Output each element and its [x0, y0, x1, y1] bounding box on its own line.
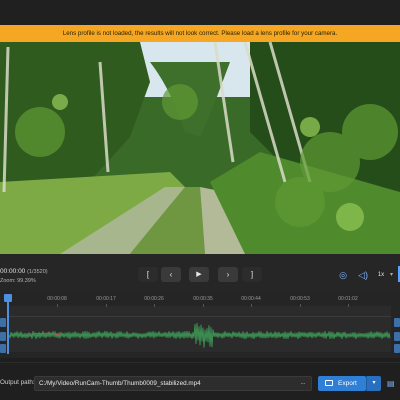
- track-divider: [9, 316, 391, 317]
- track-left-button-2[interactable]: [0, 332, 6, 341]
- lens-profile-warning: Lens profile is not loaded, the results …: [0, 25, 400, 42]
- export-options-chevron-icon[interactable]: ▾: [366, 376, 381, 391]
- next-frame-button[interactable]: ›: [218, 267, 238, 282]
- track-left-button-1[interactable]: [0, 318, 6, 327]
- track-right-button-3[interactable]: [394, 344, 400, 353]
- timecode: 00:00:00: [0, 268, 26, 275]
- output-path-label: Output path:: [0, 379, 35, 386]
- timeline-tick-label: 00:00:08: [47, 296, 67, 302]
- frame-counter: (1/3520): [27, 269, 48, 275]
- playhead[interactable]: [7, 294, 9, 354]
- timeline-tick-mark: [251, 304, 252, 307]
- timeline-tick-mark: [106, 304, 107, 307]
- timeline-tick-mark: [154, 304, 155, 307]
- timeline-tick-mark: [300, 304, 301, 307]
- volume-icon[interactable]: ◁): [357, 269, 369, 281]
- set-in-point-button[interactable]: [: [138, 267, 158, 282]
- video-camera-icon: [325, 380, 333, 386]
- timeline-tick-mark: [348, 304, 349, 307]
- timeline-tick-label: 00:00:26: [144, 296, 164, 302]
- timeline-tick-mark: [57, 304, 58, 307]
- export-button[interactable]: Export: [318, 376, 366, 391]
- browse-output-button[interactable]: ...: [296, 376, 310, 391]
- set-out-point-button[interactable]: ]: [242, 267, 262, 282]
- timeline-tick-mark: [203, 304, 204, 307]
- video-preview[interactable]: [0, 42, 400, 254]
- top-bar: [0, 0, 400, 25]
- forest-path-frame: [0, 42, 400, 254]
- prev-frame-button[interactable]: ‹: [161, 267, 181, 282]
- timeline-tick-label: 00:01:02: [338, 296, 358, 302]
- render-queue-icon[interactable]: ▤: [387, 377, 400, 390]
- output-path-input[interactable]: C:/My/Video/RunCam-Thumb/Thumb0009_stabi…: [34, 376, 312, 391]
- playback-speed[interactable]: 1x: [374, 269, 388, 281]
- track-right-button-2[interactable]: [394, 332, 400, 341]
- export-label: Export: [338, 380, 357, 387]
- track-right-button-1[interactable]: [394, 318, 400, 327]
- timecode-display: 00:00:00 (1/3520): [0, 268, 48, 275]
- timeline-tick-label: 00:00:44: [241, 296, 261, 302]
- timeline-tick-label: 00:00:17: [96, 296, 116, 302]
- gyro-waveform: [9, 322, 391, 348]
- timeline-tick-label: 00:00:53: [290, 296, 310, 302]
- play-button[interactable]: ▶: [189, 267, 209, 282]
- chevron-down-icon[interactable]: ▾: [390, 269, 398, 281]
- zoom-level: Zoom: 99.39%: [0, 278, 36, 284]
- stabilization-overview-icon[interactable]: ◎: [337, 269, 349, 281]
- track-left-button-3[interactable]: [0, 344, 6, 353]
- timeline-tick-label: 00:00:35: [193, 296, 213, 302]
- playhead-handle[interactable]: [4, 294, 12, 302]
